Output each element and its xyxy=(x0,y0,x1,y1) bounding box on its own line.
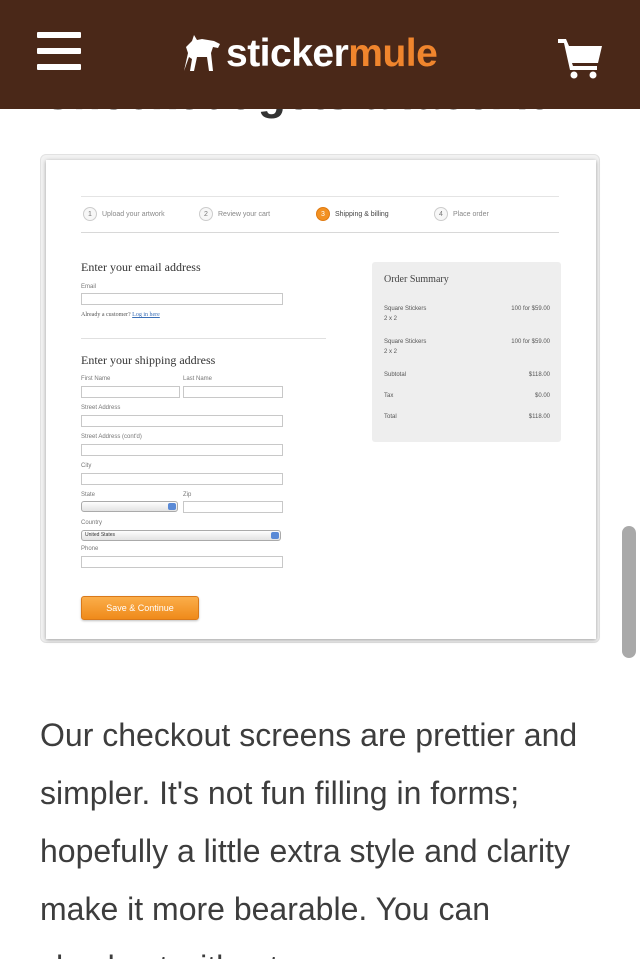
step-upload: 1 Upload your artwork xyxy=(83,207,165,221)
checkout-screenshot: 1 Upload your artwork 2 Review your cart 3… xyxy=(40,154,600,643)
mule-logo-icon xyxy=(184,35,220,71)
country-label: Country xyxy=(81,520,103,526)
save-continue-button: Save & Continue xyxy=(81,596,199,620)
last-name-field xyxy=(183,386,283,398)
order-summary-panel: Order Summary Square Stickers 2 x 2 100 f… xyxy=(372,262,561,442)
email-field xyxy=(81,293,283,305)
logo-text-sticker: sticker xyxy=(226,31,349,75)
step-shipping: 3 Shipping & billing xyxy=(316,207,389,221)
street-field xyxy=(81,415,283,427)
step-place-order: 4 Place order xyxy=(434,207,489,221)
last-name-label: Last Name xyxy=(183,376,213,382)
city-label: City xyxy=(81,463,92,469)
already-customer-text: Already a customer? Log in here xyxy=(81,312,160,318)
zip-field xyxy=(183,501,283,513)
shipping-section-title: Enter your shipping address xyxy=(81,353,216,367)
hamburger-menu-icon[interactable] xyxy=(37,32,81,72)
step-review: 2 Review your cart xyxy=(199,207,270,221)
stickermule-logo[interactable]: stickermule xyxy=(180,28,438,78)
street-label: Street Address xyxy=(81,405,121,411)
street2-label: Street Address (cont'd) xyxy=(81,434,142,440)
order-summary-title: Order Summary xyxy=(384,274,449,285)
city-field xyxy=(81,473,283,485)
checkout-screenshot-content: 1 Upload your artwork 2 Review your cart 3… xyxy=(46,160,596,639)
street2-field xyxy=(81,444,283,456)
phone-label: Phone xyxy=(81,546,99,552)
state-select xyxy=(81,501,178,512)
page-scrollbar[interactable] xyxy=(622,526,636,658)
phone-field xyxy=(81,556,283,568)
login-link: Log in here xyxy=(132,312,160,318)
country-select: United States xyxy=(81,530,281,541)
first-name-field xyxy=(81,386,180,398)
state-label: State xyxy=(81,492,96,498)
article-body-text: Our checkout screens are prettier and si… xyxy=(40,717,578,959)
email-section-title: Enter your email address xyxy=(81,260,201,274)
zip-label: Zip xyxy=(183,492,192,498)
first-name-label: First Name xyxy=(81,376,111,382)
top-nav-bar: stickermule xyxy=(0,0,640,109)
logo-text-mule: mule xyxy=(348,31,438,75)
shopping-cart-icon[interactable] xyxy=(556,35,604,79)
email-label: Email xyxy=(81,284,97,290)
